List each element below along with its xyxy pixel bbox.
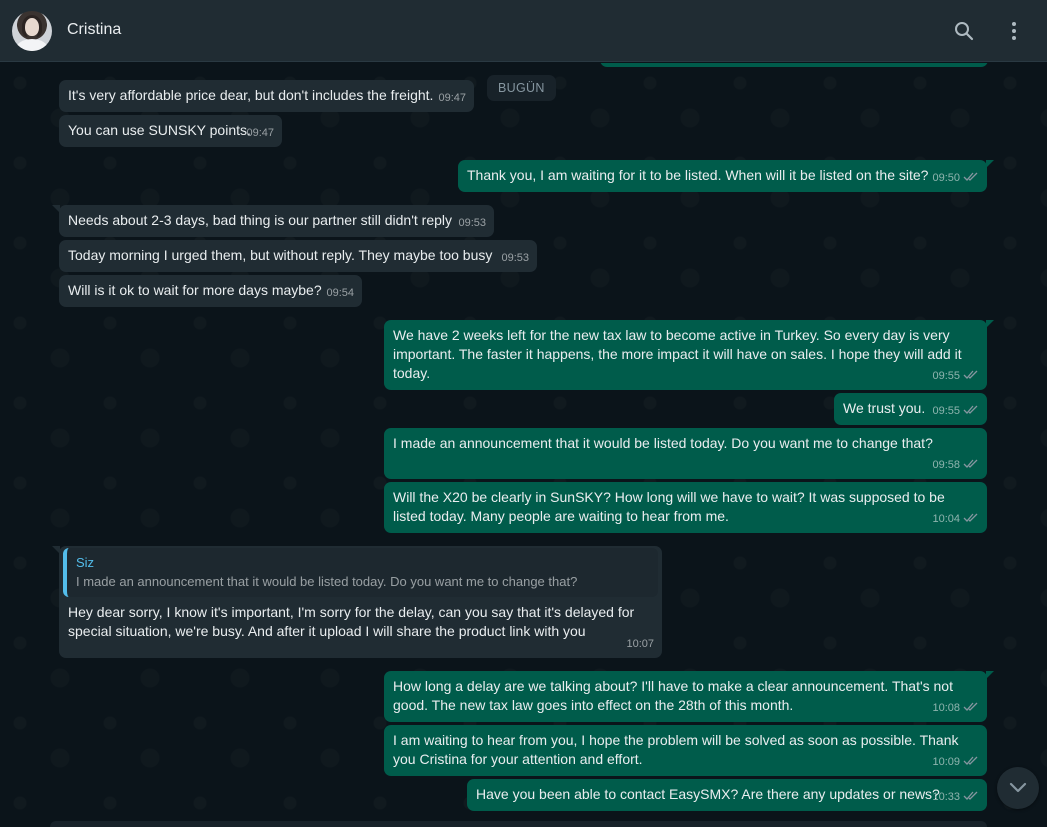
- kebab-menu-icon[interactable]: [1002, 19, 1026, 43]
- message-time: 09:53: [458, 217, 486, 229]
- read-receipt-icon: [963, 370, 978, 379]
- message-text: Have you been able to contact EasySMX? A…: [476, 786, 940, 802]
- message-text: Needs about 2-3 days, bad thing is our p…: [68, 212, 453, 228]
- message-time: 09:55: [932, 405, 960, 417]
- message-time: 09:54: [326, 287, 354, 299]
- message-text: We trust you.: [843, 400, 926, 416]
- message-time: 10:09: [932, 756, 960, 768]
- read-receipt-icon: [963, 756, 978, 765]
- read-receipt-icon: [963, 459, 978, 468]
- message-time: 09:50: [932, 172, 960, 184]
- outgoing-message[interactable]: Will the X20 be clearly in SunSKY? How l…: [384, 482, 987, 533]
- chevron-down-icon: [1009, 782, 1027, 793]
- incoming-message[interactable]: Will is it ok to wait for more days mayb…: [59, 275, 362, 307]
- incoming-message[interactable]: Needs about 2-3 days, bad thing is our p…: [52, 205, 494, 237]
- outgoing-message[interactable]: We have 2 weeks left for the new tax law…: [384, 320, 994, 390]
- message-time: 09:55: [932, 370, 960, 382]
- previous-message-bubble: [600, 63, 988, 67]
- outgoing-message[interactable]: Have you been able to contact EasySMX? A…: [467, 779, 987, 811]
- message-text: Will is it ok to wait for more days mayb…: [68, 282, 322, 298]
- message-text: Thank you, I am waiting for it to be lis…: [467, 167, 929, 183]
- message-text: I am waiting to hear from you, I hope th…: [393, 732, 959, 767]
- message-time: 10:07: [626, 638, 654, 650]
- read-receipt-icon: [963, 702, 978, 711]
- date-separator: BUGÜN: [487, 75, 556, 101]
- message-text: Today morning I urged them, but without …: [68, 247, 493, 263]
- outgoing-message[interactable]: How long a delay are we talking about? I…: [384, 671, 994, 722]
- quoted-message[interactable]: Siz I made an announcement that it would…: [63, 548, 658, 597]
- message-text: It's very affordable price dear, but don…: [68, 87, 434, 103]
- incoming-message[interactable]: Today morning I urged them, but without …: [59, 240, 537, 272]
- quoted-text: I made an announcement that it would be …: [76, 574, 578, 589]
- message-text: We have 2 weeks left for the new tax law…: [393, 327, 962, 381]
- incoming-message[interactable]: It's very affordable price dear, but don…: [59, 80, 474, 112]
- read-receipt-icon: [963, 513, 978, 522]
- message-time: 09:53: [501, 252, 529, 264]
- contact-avatar[interactable]: [12, 11, 52, 51]
- quoted-author: Siz: [76, 555, 95, 570]
- incoming-message[interactable]: You can use SUNSKY points. 09:47: [59, 115, 282, 147]
- message-time: 10:33: [932, 791, 960, 803]
- message-time: 09:47: [438, 92, 466, 104]
- message-text: I made an announcement that it would be …: [393, 435, 933, 451]
- message-time: 10:08: [932, 702, 960, 714]
- message-time: 10:04: [932, 513, 960, 525]
- incoming-reply-message[interactable]: Siz I made an announcement that it would…: [52, 546, 662, 658]
- composer-edge: [50, 821, 987, 827]
- outgoing-message[interactable]: Thank you, I am waiting for it to be lis…: [458, 160, 994, 192]
- chat-header: Cristina: [0, 0, 1047, 62]
- contact-name[interactable]: Cristina: [67, 21, 121, 39]
- outgoing-message[interactable]: I made an announcement that it would be …: [384, 428, 987, 479]
- message-time: 09:58: [932, 459, 960, 471]
- read-receipt-icon: [963, 405, 978, 414]
- message-text: Hey dear sorry, I know it's important, I…: [68, 604, 635, 639]
- message-text: You can use SUNSKY points.: [68, 122, 251, 138]
- read-receipt-icon: [963, 791, 978, 800]
- search-icon[interactable]: [952, 19, 976, 43]
- outgoing-message[interactable]: We trust you. 09:55: [834, 393, 987, 425]
- message-time: 09:47: [246, 127, 274, 139]
- message-text: Will the X20 be clearly in SunSKY? How l…: [393, 489, 945, 524]
- message-text: How long a delay are we talking about? I…: [393, 678, 953, 713]
- outgoing-message[interactable]: I am waiting to hear from you, I hope th…: [384, 725, 987, 776]
- read-receipt-icon: [963, 172, 978, 181]
- scroll-to-bottom-button[interactable]: [997, 767, 1039, 809]
- message-list[interactable]: BUGÜN It's very affordable price dear, b…: [0, 63, 1047, 827]
